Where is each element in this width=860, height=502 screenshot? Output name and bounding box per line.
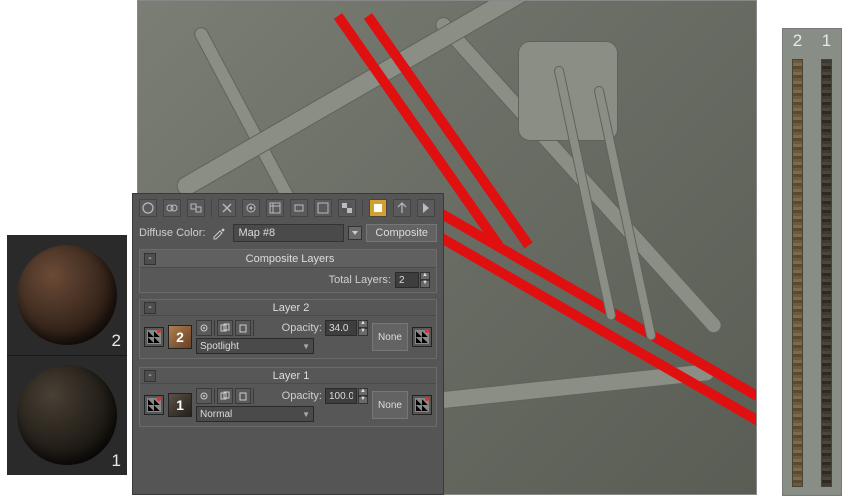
separator [253, 388, 254, 404]
opacity-input[interactable]: ▲ ▼ [325, 388, 368, 404]
layer-texture-thumb[interactable]: 1 [168, 393, 192, 417]
eyedropper-icon[interactable] [209, 225, 229, 241]
mask-none-button[interactable]: None [372, 391, 408, 419]
blend-mode-select[interactable]: Normal ▼ [196, 406, 314, 422]
spin-down-icon[interactable]: ▼ [358, 328, 368, 336]
mask-color-swatch[interactable] [412, 395, 432, 415]
copy-icon[interactable] [217, 388, 233, 404]
blend-mode-value: Normal [200, 409, 232, 420]
select-by-material-icon[interactable] [314, 199, 332, 217]
chevron-down-icon: ▼ [302, 342, 310, 351]
layer-color-swatch[interactable] [144, 395, 164, 415]
opacity-value[interactable] [325, 320, 357, 336]
layer-1-group: - Layer 1 1 Opacity: [139, 367, 437, 427]
spin-up-icon[interactable]: ▲ [358, 388, 368, 396]
composite-group-header[interactable]: - Composite Layers [140, 250, 436, 268]
visibility-icon[interactable] [196, 320, 212, 336]
separator [362, 199, 363, 217]
layer-title: Layer 1 [162, 370, 436, 382]
options-icon[interactable] [290, 199, 308, 217]
get-material-icon[interactable] [139, 199, 157, 217]
layer-texture-thumb[interactable]: 2 [168, 325, 192, 349]
visibility-icon[interactable] [196, 388, 212, 404]
chevron-down-icon: ▼ [302, 410, 310, 419]
material-toolbar [133, 194, 443, 221]
collapse-toggle-icon[interactable]: - [144, 302, 156, 314]
go-forward-icon[interactable] [417, 199, 435, 217]
mask-label: None [378, 400, 402, 411]
spin-down-icon[interactable]: ▼ [358, 396, 368, 404]
paste-icon[interactable] [235, 388, 251, 404]
spin-down-icon[interactable]: ▼ [420, 280, 430, 288]
strip-label: 2 [793, 31, 802, 51]
composite-layers-group: - Composite Layers Total Layers: ▲ ▼ [139, 249, 437, 293]
texture-strips-panel: 2 1 [782, 28, 842, 496]
layer-thumb-label: 2 [176, 329, 184, 345]
diffuse-row: Diffuse Color: Map #8 Composite [133, 221, 443, 247]
material-sample-2[interactable]: 2 [7, 235, 127, 356]
mask-none-button[interactable]: None [372, 323, 408, 351]
composite-title: Composite Layers [162, 253, 436, 265]
layer-title: Layer 2 [162, 302, 436, 314]
spin-up-icon[interactable]: ▲ [358, 320, 368, 328]
separator [214, 388, 215, 404]
layer-1-header[interactable]: - Layer 1 [140, 368, 436, 384]
paste-icon[interactable] [235, 320, 251, 336]
delete-icon[interactable] [218, 199, 236, 217]
material-sample-label: 1 [112, 451, 121, 471]
layer-color-swatch[interactable] [144, 327, 164, 347]
layer-thumb-label: 1 [176, 397, 184, 413]
show-map-icon[interactable] [369, 199, 387, 217]
strip-label: 1 [822, 31, 831, 51]
opacity-label: Opacity: [282, 322, 322, 334]
material-editor-panel: Diffuse Color: Map #8 Composite - Compos… [132, 193, 444, 495]
blend-mode-value: Spotlight [200, 341, 239, 352]
separator [214, 320, 215, 336]
separator [211, 199, 212, 217]
separator [253, 320, 254, 336]
go-to-parent-icon[interactable] [393, 199, 411, 217]
navigator-icon[interactable] [266, 199, 284, 217]
copy-icon[interactable] [217, 320, 233, 336]
make-unique-icon[interactable] [242, 199, 260, 217]
diffuse-label: Diffuse Color: [139, 227, 205, 239]
texture-strip-2[interactable]: 2 [783, 29, 812, 495]
spin-up-icon[interactable]: ▲ [420, 272, 430, 280]
texture-strip-1[interactable]: 1 [812, 29, 841, 495]
collapse-toggle-icon[interactable]: - [144, 370, 156, 382]
opacity-value[interactable] [325, 388, 357, 404]
mask-color-swatch[interactable] [412, 327, 432, 347]
layer-2-header[interactable]: - Layer 2 [140, 300, 436, 316]
total-layers-value[interactable] [395, 272, 419, 288]
checker-icon[interactable] [338, 199, 356, 217]
assign-material-icon[interactable] [187, 199, 205, 217]
material-sample-1[interactable]: 1 [7, 356, 127, 476]
blend-mode-select[interactable]: Spotlight ▼ [196, 338, 314, 354]
map-type-text: Composite [375, 227, 428, 239]
map-name-field[interactable]: Map #8 [233, 224, 344, 242]
map-type-button[interactable]: Composite [366, 224, 437, 242]
total-layers-input[interactable]: ▲ ▼ [395, 272, 430, 288]
map-name-text: Map #8 [238, 227, 275, 239]
opacity-label: Opacity: [282, 390, 322, 402]
map-name-dropdown-icon[interactable] [348, 226, 362, 240]
layer-2-group: - Layer 2 2 Opacity: [139, 299, 437, 359]
mask-label: None [378, 332, 402, 343]
material-sample-label: 2 [112, 331, 121, 351]
put-material-icon[interactable] [163, 199, 181, 217]
collapse-toggle-icon[interactable]: - [144, 253, 156, 265]
total-layers-label: Total Layers: [329, 274, 391, 286]
material-samples-panel: 2 1 [7, 235, 127, 475]
opacity-input[interactable]: ▲ ▼ [325, 320, 368, 336]
